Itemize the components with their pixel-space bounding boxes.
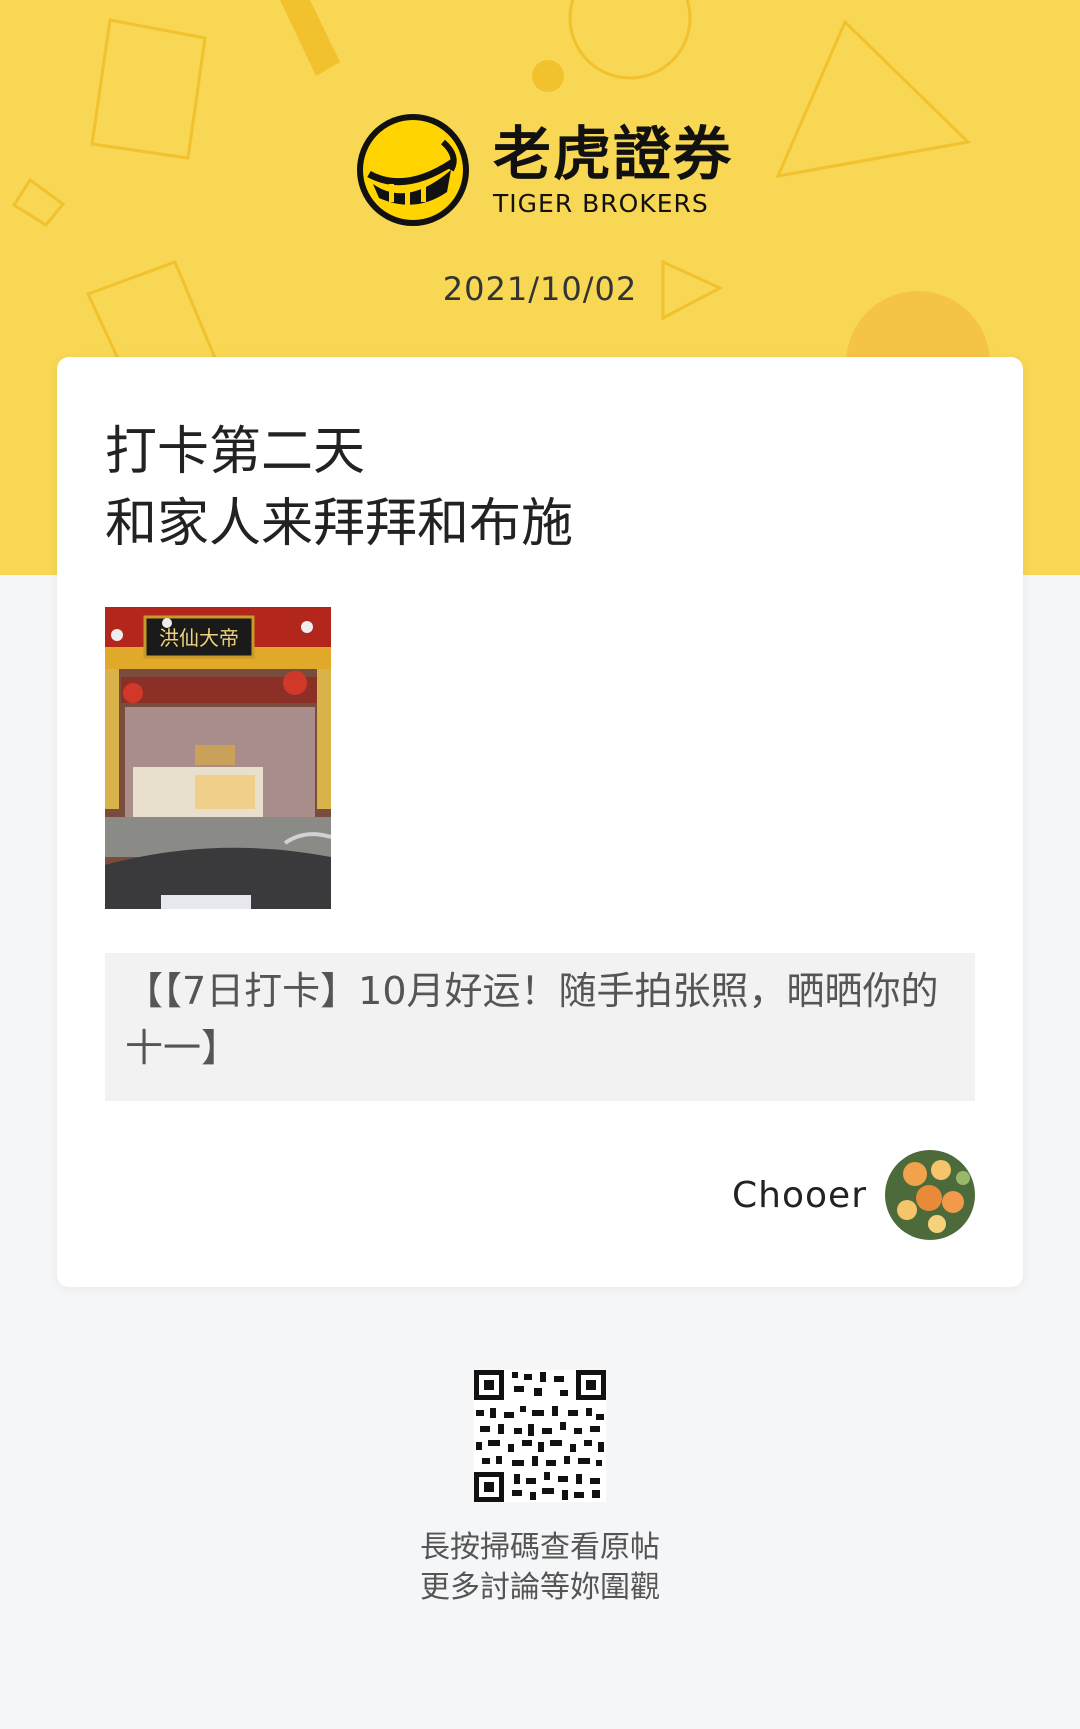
tiger-logo-icon [357, 114, 469, 226]
post-date: 2021/10/02 [442, 270, 638, 308]
temple-sign-text: 洪仙大帝 [159, 626, 239, 650]
post-card: 打卡第二天 和家人来拜拜和布施 洪仙大帝 【【7日打卡】10月好运！随手拍张照，… [57, 357, 1023, 1287]
temple-photo-image: 洪仙大帝 [105, 607, 331, 909]
qr-caption: 長按掃碼查看原帖 更多討論等妳圍觀 [0, 1528, 1080, 1608]
avatar[interactable] [885, 1150, 975, 1240]
author-name[interactable]: Chooer [732, 1175, 867, 1216]
qr-caption-line-2: 更多討論等妳圍觀 [420, 1570, 660, 1605]
post-title-line-1: 打卡第二天 [105, 422, 366, 482]
avatar-image [885, 1150, 975, 1240]
author-info[interactable]: Chooer [732, 1150, 975, 1240]
post-photo[interactable]: 洪仙大帝 [105, 607, 331, 909]
post-title-line-2: 和家人来拜拜和布施 [105, 494, 574, 554]
brand-logo: 老虎證券 TIGER BROKERS [355, 112, 733, 228]
topic-text: 【【7日打卡】10月好运！随手拍张照，晒晒你的十一】 [125, 969, 939, 1070]
brand-name-cn: 老虎證券 [493, 119, 734, 188]
qr-code-icon[interactable] [474, 1370, 606, 1502]
qr-caption-line-1: 長按掃碼查看原帖 [420, 1530, 660, 1565]
brand-name-en: TIGER BROKERS [493, 188, 709, 218]
topic-link[interactable]: 【【7日打卡】10月好运！随手拍张照，晒晒你的十一】 [105, 953, 975, 1101]
